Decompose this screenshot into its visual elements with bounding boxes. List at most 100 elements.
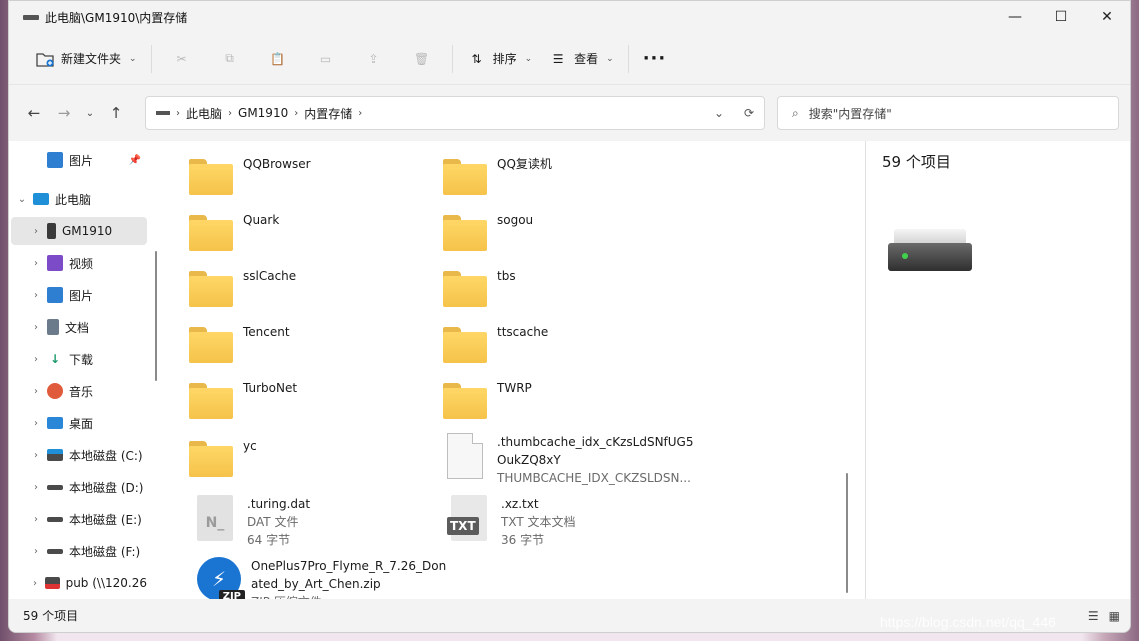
search-box[interactable]: ⌕ 搜索"内置存储"	[777, 96, 1119, 130]
arrow-right-icon: →	[57, 104, 71, 122]
sidebar-item-network-pub[interactable]: › pub (\\120.26	[11, 569, 147, 597]
close-button[interactable]: ✕	[1084, 1, 1130, 33]
list-item[interactable]: TWRP	[443, 379, 532, 431]
desktop-icon	[47, 417, 63, 429]
delete-button[interactable]: 🗑	[398, 41, 446, 77]
sidebar-item-drive-f[interactable]: › 本地磁盘 (F:)	[11, 537, 147, 565]
list-item[interactable]: Tencent	[189, 323, 290, 375]
chevron-down-icon: ⌄	[524, 53, 533, 64]
rename-icon: ▭	[319, 51, 332, 66]
sidebar-item-desktop[interactable]: › 桌面	[11, 409, 147, 437]
sort-label: 排序	[492, 52, 517, 66]
explorer-window: 此电脑\GM1910\内置存储 — ☐ ✕ 新建文件夹 ⌄ ✂ ⧉ 📋 ▭ ⇪ …	[8, 0, 1131, 633]
file-name: TurboNet	[243, 381, 298, 395]
chevron-right-icon: ›	[33, 577, 37, 589]
chevron-right-icon: ›	[34, 257, 38, 269]
forward-button[interactable]: →	[49, 98, 79, 128]
cut-button[interactable]: ✂	[158, 41, 206, 77]
chevron-right-icon: ›	[294, 107, 299, 119]
details-view-icon[interactable]: ☰	[1088, 609, 1099, 623]
navigation-pane: 图片 📌 ⌄ 此电脑 › GM1910 › 视频 › 图片 › 文档 › ↓ 下…	[9, 141, 149, 599]
paste-button[interactable]: 📋	[254, 41, 302, 77]
more-icon: ···	[642, 48, 667, 69]
sidebar-item-label: 此电脑	[55, 192, 92, 207]
more-options-button[interactable]: ···	[635, 41, 675, 77]
sidebar-item-label: 本地磁盘 (F:)	[69, 544, 141, 559]
recent-locations-button[interactable]: ⌄	[79, 98, 101, 128]
sidebar-item-gm1910[interactable]: › GM1910	[11, 217, 147, 245]
sidebar-item-label: 音乐	[69, 384, 94, 399]
file-name: OukZQ8xY	[497, 453, 561, 467]
folder-icon	[189, 383, 233, 421]
list-item[interactable]: TXT .xz.txt TXT 文本文档 36 字节	[447, 495, 576, 551]
refresh-button[interactable]: ⟳	[734, 106, 764, 120]
folder-icon	[189, 159, 233, 197]
list-item[interactable]: yc	[189, 437, 257, 489]
chevron-right-icon: ›	[34, 481, 38, 493]
file-list-scrollbar[interactable]	[846, 473, 848, 593]
chevron-right-icon: ›	[358, 107, 363, 119]
list-item[interactable]: tbs	[443, 267, 516, 319]
sidebar-item-label: GM1910	[62, 224, 113, 238]
breadcrumb-gm1910[interactable]: GM1910	[238, 106, 288, 120]
sidebar-item-pictures[interactable]: › 图片	[11, 281, 147, 309]
back-button[interactable]: ←	[19, 98, 49, 128]
address-bar[interactable]: › 此电脑 › GM1910 › 内置存储 › ⌄ ⟳	[145, 96, 765, 130]
details-pane: 59 个项目	[865, 141, 1130, 599]
sort-button[interactable]: ⇅ 排序 ⌄	[459, 41, 541, 77]
view-button[interactable]: ☰ 查看 ⌄	[540, 41, 622, 77]
sidebar-item-label: 本地磁盘 (E:)	[69, 512, 142, 527]
sidebar-item-drive-c[interactable]: › 本地磁盘 (C:)	[11, 441, 147, 469]
folder-icon	[443, 383, 487, 421]
tiles-view-icon[interactable]: ▦	[1109, 609, 1120, 623]
breadcrumb-internal-storage[interactable]: 内置存储	[304, 105, 352, 122]
sidebar-item-label: 视频	[69, 256, 94, 271]
sidebar-item-documents[interactable]: › 文档	[11, 313, 147, 341]
minimize-button[interactable]: —	[992, 1, 1038, 33]
pin-icon: 📌	[128, 154, 141, 166]
maximize-button[interactable]: ☐	[1038, 1, 1084, 33]
folder-icon	[189, 215, 233, 253]
file-name: sslCache	[243, 269, 297, 283]
copy-button[interactable]: ⧉	[206, 41, 254, 77]
file-list: QQBrowser QQ复读机 Quark sogou sslCache tbs	[169, 141, 849, 609]
sidebar-item-pictures-quick[interactable]: 图片 📌	[11, 146, 147, 174]
list-item[interactable]: N_ .turing.dat DAT 文件 64 字节	[193, 495, 310, 551]
list-item[interactable]: sslCache	[189, 267, 296, 319]
folder-icon	[443, 271, 487, 309]
list-item[interactable]: TurboNet	[189, 379, 297, 431]
sidebar-item-downloads[interactable]: › ↓ 下载	[11, 345, 147, 373]
file-size: 64 字节	[247, 533, 291, 547]
sidebar-item-drive-e[interactable]: › 本地磁盘 (E:)	[11, 505, 147, 533]
up-button[interactable]: ↑	[101, 98, 131, 128]
chevron-right-icon: ›	[34, 417, 38, 429]
folder-icon	[443, 159, 487, 197]
sidebar-item-drive-d[interactable]: › 本地磁盘 (D:)	[11, 473, 147, 501]
divider	[150, 44, 152, 73]
rename-button[interactable]: ▭	[302, 41, 350, 77]
sidebar-item-music[interactable]: › 音乐	[11, 377, 147, 405]
breadcrumb-this-pc[interactable]: 此电脑	[186, 105, 222, 122]
list-item[interactable]: ttscache	[443, 323, 548, 375]
list-item[interactable]: Quark	[189, 211, 279, 263]
sidebar-item-label: 文档	[65, 320, 90, 335]
folder-icon	[189, 271, 233, 309]
sidebar-item-videos[interactable]: › 视频	[11, 249, 147, 277]
new-folder-button[interactable]: 新建文件夹 ⌄	[27, 41, 145, 77]
drive-icon	[23, 14, 39, 20]
list-item[interactable]: QQ复读机	[443, 155, 552, 207]
blank-file-icon	[447, 433, 483, 479]
sidebar-item-label: pub (\\120.26	[65, 576, 147, 590]
sidebar-item-label: 图片	[69, 288, 94, 303]
list-item[interactable]: .thumbcache_idx_cKzsLdSNfUG5 OukZQ8xY TH…	[443, 433, 693, 493]
share-button[interactable]: ⇪	[350, 41, 398, 77]
file-type: THUMBCACHE_IDX_CKZSLDSN...	[497, 471, 691, 485]
list-item[interactable]: QQBrowser	[189, 155, 311, 207]
navigation-scrollbar[interactable]	[155, 251, 157, 381]
download-icon: ↓	[49, 352, 61, 366]
address-history-button[interactable]: ⌄	[704, 106, 734, 120]
chevron-right-icon: ›	[34, 289, 38, 301]
sidebar-item-this-pc[interactable]: ⌄ 此电脑	[11, 185, 147, 213]
status-item-count: 59 个项目	[23, 609, 79, 623]
list-item[interactable]: sogou	[443, 211, 533, 263]
